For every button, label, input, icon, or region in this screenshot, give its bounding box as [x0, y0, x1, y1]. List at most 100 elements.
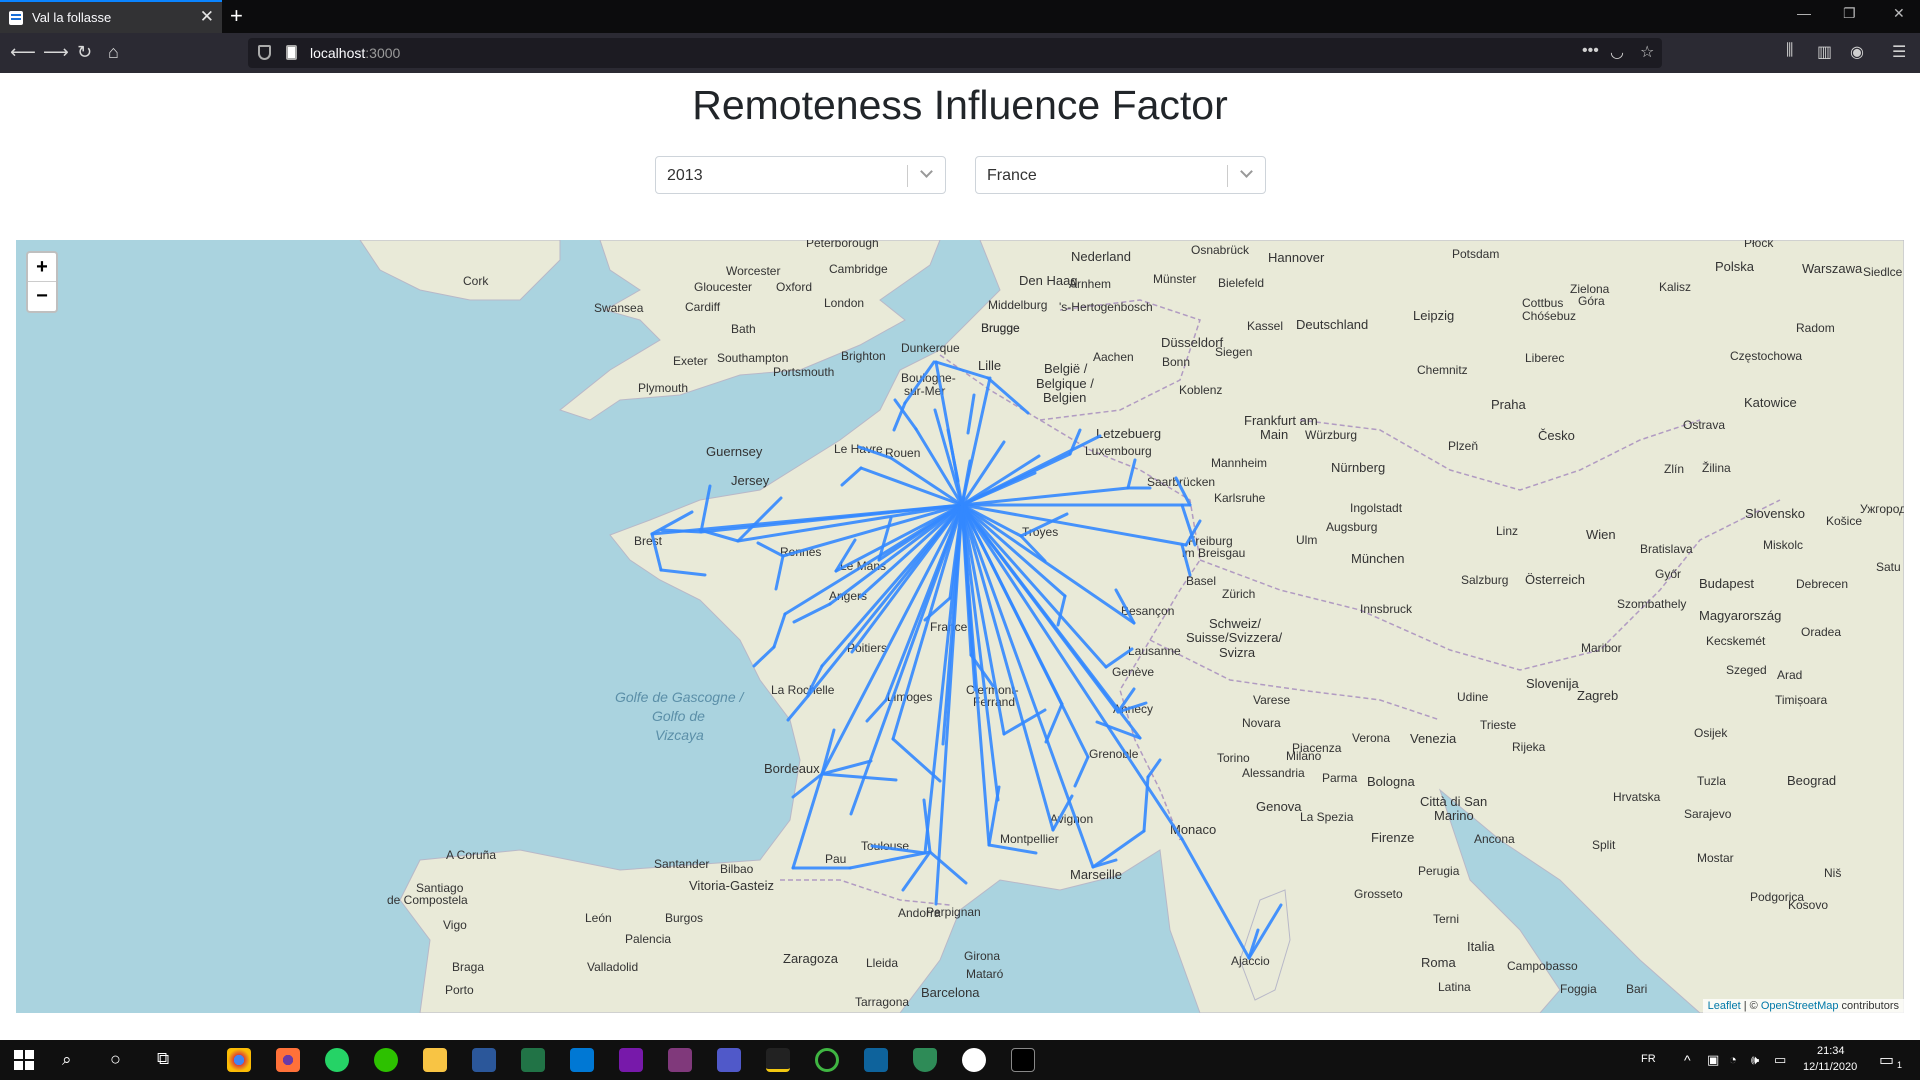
- minimize-icon[interactable]: —: [1797, 5, 1811, 21]
- wechat-icon[interactable]: [374, 1048, 398, 1072]
- zoom-control: + −: [26, 251, 58, 313]
- map-place-label: Venezia: [1410, 731, 1457, 746]
- map-place-label: Tuzla: [1697, 774, 1726, 788]
- map-place-label: Cardiff: [685, 300, 721, 314]
- map-place-label: Norwich: [890, 240, 933, 243]
- map-place-label: Udine: [1457, 690, 1489, 704]
- map-place-label: Salzburg: [1461, 573, 1508, 587]
- account-icon[interactable]: ◉: [1850, 42, 1864, 62]
- page-actions-icon[interactable]: •••: [1582, 42, 1599, 60]
- openstreetmap-link[interactable]: OpenStreetMap: [1761, 1000, 1839, 1012]
- wifi-icon[interactable]: ◔: [1729, 1052, 1737, 1067]
- vscode-icon[interactable]: [864, 1048, 888, 1072]
- map-place-label: Brugge: [981, 321, 1020, 335]
- map-place-label: Brest: [634, 534, 663, 548]
- task-view-icon[interactable]: ⧉: [157, 1049, 169, 1069]
- url-port: :3000: [365, 45, 401, 61]
- back-icon[interactable]: ⟵: [10, 42, 36, 62]
- chevron-up-icon[interactable]: ^: [1684, 1052, 1691, 1068]
- map-place-label: Nürnberg: [1331, 460, 1385, 475]
- word-icon[interactable]: [472, 1048, 496, 1072]
- sync-app-icon[interactable]: [815, 1048, 839, 1072]
- map-place-label: Trieste: [1480, 718, 1517, 732]
- country-select[interactable]: France: [975, 156, 1266, 194]
- firefox-icon[interactable]: [276, 1048, 300, 1072]
- navigation-toolbar: ⟵ ⟶ ↻ ⌂ localhost:3000 ••• ◡ ☆ ⫼ ▥ ◉ ☰: [0, 33, 1920, 73]
- map-place-label: Barcelona: [921, 985, 980, 1000]
- map-place-label: Slovensko: [1745, 506, 1805, 521]
- zoom-out-button[interactable]: −: [28, 282, 56, 311]
- map-canvas[interactable]: Cork Swansea Cardiff Bath Exeter Plymouth Sout…: [16, 240, 1904, 1013]
- map-place-label: Lausanne: [1128, 644, 1181, 658]
- chevron-down-icon[interactable]: [920, 165, 933, 178]
- map-place-label: im Breisgau: [1182, 546, 1245, 560]
- onenote-2016-icon[interactable]: [668, 1048, 692, 1072]
- sidebar-icon[interactable]: ▥: [1817, 42, 1832, 62]
- chevron-down-icon[interactable]: [1240, 165, 1253, 178]
- select-separator: [1227, 165, 1228, 187]
- excel-icon[interactable]: [521, 1048, 545, 1072]
- map-place-label: Oxford: [776, 280, 812, 294]
- reload-icon[interactable]: ↻: [77, 42, 92, 62]
- window-close-icon[interactable]: ✕: [1893, 5, 1905, 22]
- chrome-icon[interactable]: [227, 1048, 251, 1072]
- forward-icon[interactable]: ⟶: [43, 42, 69, 62]
- map-place-label: Timișoara: [1775, 693, 1828, 707]
- year-select[interactable]: 2013: [655, 156, 946, 194]
- leaflet-link[interactable]: Leaflet: [1708, 1000, 1741, 1012]
- clock-time[interactable]: 21:34: [1817, 1045, 1845, 1057]
- mongodb-compass-icon[interactable]: [962, 1048, 986, 1072]
- leaflet-map[interactable]: Cork Swansea Cardiff Bath Exeter Plymouth Sout…: [16, 240, 1904, 1013]
- file-explorer-icon[interactable]: [423, 1048, 447, 1072]
- teams-icon[interactable]: [717, 1048, 741, 1072]
- zoom-in-button[interactable]: +: [28, 253, 56, 282]
- map-place-label: Letzebuerg: [1096, 426, 1161, 441]
- browser-tab[interactable]: Val la follasse ✕: [0, 0, 222, 33]
- bookmark-star-icon[interactable]: ☆: [1640, 42, 1654, 62]
- tracking-shield-icon[interactable]: [258, 45, 271, 60]
- library-icon[interactable]: ⫼: [1786, 42, 1793, 60]
- search-icon[interactable]: ⌕: [62, 1050, 72, 1070]
- menu-icon[interactable]: ☰: [1892, 42, 1906, 62]
- new-tab-button[interactable]: +: [230, 3, 243, 29]
- map-place-label: Zürich: [1222, 587, 1255, 601]
- favicon-icon: [9, 11, 23, 25]
- terminal-icon[interactable]: [1011, 1048, 1035, 1072]
- map-place-label: Jersey: [731, 473, 770, 488]
- home-icon[interactable]: ⌂: [108, 42, 119, 62]
- battery-icon[interactable]: ▭: [1774, 1052, 1786, 1068]
- volume-icon[interactable]: 🕪: [1751, 1052, 1759, 1068]
- map-place-label: León: [585, 911, 612, 925]
- map-place-label: Ingolstadt: [1350, 501, 1403, 515]
- tab-close-icon[interactable]: ✕: [200, 7, 214, 27]
- notification-icon[interactable]: ▭: [1879, 1050, 1894, 1070]
- map-place-label: Polska: [1715, 259, 1755, 274]
- restore-icon[interactable]: ❐: [1843, 5, 1856, 22]
- url-text[interactable]: localhost:3000: [310, 45, 400, 61]
- map-place-label: Oradea: [1801, 625, 1841, 639]
- pocket-icon[interactable]: ◡: [1610, 42, 1624, 62]
- map-place-label: Košice: [1826, 514, 1862, 528]
- map-place-label: Luxembourg: [1085, 444, 1152, 458]
- map-place-label: Žilina: [1702, 460, 1731, 475]
- map-place-label: Satu M: [1876, 560, 1904, 574]
- windows-start-icon[interactable]: [14, 1050, 34, 1070]
- whatsapp-icon[interactable]: [325, 1048, 349, 1072]
- outlook-icon[interactable]: [570, 1048, 594, 1072]
- map-place-label: Gloucester: [694, 280, 752, 294]
- tray-app-icon[interactable]: ▣: [1707, 1052, 1719, 1068]
- map-place-label: Koblenz: [1179, 383, 1222, 397]
- shield-vpn-icon[interactable]: [913, 1048, 937, 1072]
- onenote-icon[interactable]: [619, 1048, 643, 1072]
- map-place-label: Bath: [731, 322, 756, 336]
- clock-date[interactable]: 12/11/2020: [1803, 1061, 1857, 1073]
- map-place-label: Grenoble: [1089, 747, 1139, 761]
- language-indicator[interactable]: FR: [1641, 1053, 1656, 1065]
- connection-line[interactable]: [660, 528, 703, 534]
- url-bar[interactable]: localhost:3000 ••• ◡ ☆: [248, 38, 1662, 68]
- cortana-icon[interactable]: ○: [110, 1049, 121, 1070]
- map-place-label: La Rochelle: [771, 683, 835, 697]
- page-info-icon[interactable]: [286, 45, 297, 60]
- power-bi-icon[interactable]: [766, 1048, 790, 1072]
- map-place-label: Warszawa: [1802, 261, 1863, 276]
